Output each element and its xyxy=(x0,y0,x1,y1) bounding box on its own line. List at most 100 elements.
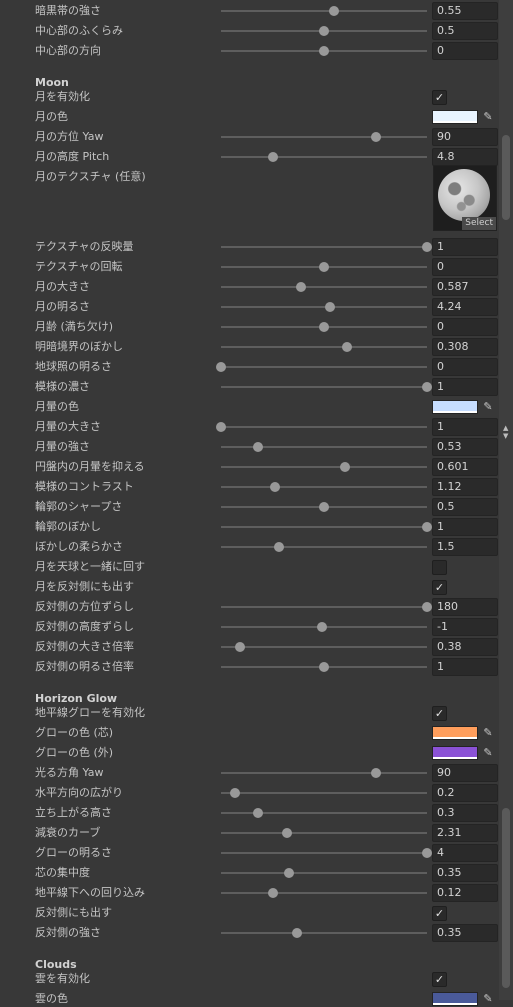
slider-track[interactable] xyxy=(221,246,427,248)
slider-handle[interactable] xyxy=(319,322,329,332)
slider-track[interactable] xyxy=(221,346,427,348)
slider-track[interactable] xyxy=(221,366,427,368)
slider-track[interactable] xyxy=(221,932,427,934)
slider-track[interactable] xyxy=(221,486,427,488)
value-field[interactable]: 0.5 xyxy=(432,22,498,40)
value-field[interactable]: 1.5 xyxy=(432,538,498,556)
checkbox[interactable] xyxy=(432,560,447,575)
slider-handle[interactable] xyxy=(422,382,432,392)
slider-track[interactable] xyxy=(221,832,427,834)
eyedropper-icon[interactable]: ✎ xyxy=(480,725,496,741)
slider-handle[interactable] xyxy=(339,462,350,472)
slider-track[interactable] xyxy=(221,646,427,648)
value-field[interactable]: 0.308 xyxy=(432,338,498,356)
scroll-up-icon[interactable]: ▲ xyxy=(503,424,508,432)
slider-track[interactable] xyxy=(221,426,427,428)
value-field[interactable]: 90 xyxy=(432,764,498,782)
value-field[interactable]: 90 xyxy=(432,128,498,146)
value-field[interactable]: 1 xyxy=(432,238,498,256)
slider-handle[interactable] xyxy=(283,868,294,878)
slider-handle[interactable] xyxy=(341,342,352,352)
texture-select-button[interactable]: Select xyxy=(462,217,496,230)
slider-track[interactable] xyxy=(221,872,427,874)
slider-handle[interactable] xyxy=(230,788,241,798)
slider-handle[interactable] xyxy=(281,828,292,838)
slider-handle[interactable] xyxy=(216,362,226,372)
checkbox[interactable]: ✓ xyxy=(432,972,447,987)
value-field[interactable]: 0 xyxy=(432,42,498,60)
value-field[interactable]: 1 xyxy=(432,378,498,396)
scrollbar-thumb[interactable] xyxy=(502,135,510,220)
value-field[interactable]: 1 xyxy=(432,418,498,436)
slider-handle[interactable] xyxy=(329,6,340,16)
slider-track[interactable] xyxy=(221,156,427,158)
slider-track[interactable] xyxy=(221,892,427,894)
slider-handle[interactable] xyxy=(316,622,327,632)
value-field[interactable]: 4.24 xyxy=(432,298,498,316)
slider-track[interactable] xyxy=(221,286,427,288)
value-field[interactable]: 4 xyxy=(432,844,498,862)
value-field[interactable]: 0 xyxy=(432,258,498,276)
slider-handle[interactable] xyxy=(370,132,381,142)
slider-handle[interactable] xyxy=(253,808,264,818)
slider-handle[interactable] xyxy=(292,928,303,938)
slider-track[interactable] xyxy=(221,306,427,308)
slider-handle[interactable] xyxy=(422,522,432,532)
value-field[interactable]: 1 xyxy=(432,658,498,676)
eyedropper-icon[interactable]: ✎ xyxy=(480,109,496,125)
slider-track[interactable] xyxy=(221,466,427,468)
value-field[interactable]: 0.35 xyxy=(432,864,498,882)
color-swatch[interactable] xyxy=(432,110,478,124)
slider-handle[interactable] xyxy=(422,848,432,858)
slider-handle[interactable] xyxy=(319,662,329,672)
scrollbar-thumb-lower[interactable] xyxy=(502,808,510,988)
value-field[interactable]: 0.2 xyxy=(432,784,498,802)
value-field[interactable]: 0.38 xyxy=(432,638,498,656)
value-field[interactable]: 0.35 xyxy=(432,924,498,942)
color-swatch[interactable] xyxy=(432,726,478,740)
checkbox[interactable]: ✓ xyxy=(432,90,447,105)
color-swatch[interactable] xyxy=(432,400,478,414)
slider-handle[interactable] xyxy=(216,422,226,432)
slider-track[interactable] xyxy=(221,546,427,548)
value-field[interactable]: 0.53 xyxy=(432,438,498,456)
eyedropper-icon[interactable]: ✎ xyxy=(480,745,496,761)
checkbox[interactable]: ✓ xyxy=(432,706,447,721)
slider-handle[interactable] xyxy=(422,602,432,612)
slider-handle[interactable] xyxy=(269,482,280,492)
slider-track[interactable] xyxy=(221,136,427,138)
slider-handle[interactable] xyxy=(319,502,329,512)
slider-track[interactable] xyxy=(221,526,427,528)
slider-handle[interactable] xyxy=(319,262,329,272)
value-field[interactable]: 0.12 xyxy=(432,884,498,902)
value-field[interactable]: 0.587 xyxy=(432,278,498,296)
color-swatch[interactable] xyxy=(432,992,478,1006)
slider-handle[interactable] xyxy=(325,302,336,312)
slider-track[interactable] xyxy=(221,10,427,12)
slider-track[interactable] xyxy=(221,772,427,774)
slider-handle[interactable] xyxy=(267,888,278,898)
slider-handle[interactable] xyxy=(234,642,245,652)
value-field[interactable]: -1 xyxy=(432,618,498,636)
checkbox[interactable]: ✓ xyxy=(432,580,447,595)
slider-track[interactable] xyxy=(221,446,427,448)
slider-track[interactable] xyxy=(221,792,427,794)
slider-handle[interactable] xyxy=(422,242,432,252)
color-swatch[interactable] xyxy=(432,746,478,760)
value-field[interactable]: 2.31 xyxy=(432,824,498,842)
value-field[interactable]: 180 xyxy=(432,598,498,616)
value-field[interactable]: 0.3 xyxy=(432,804,498,822)
value-field[interactable]: 1 xyxy=(432,518,498,536)
slider-handle[interactable] xyxy=(273,542,284,552)
value-field[interactable]: 0.5 xyxy=(432,498,498,516)
slider-track[interactable] xyxy=(221,386,427,388)
scroll-down-icon[interactable]: ▼ xyxy=(503,432,508,440)
slider-handle[interactable] xyxy=(319,46,329,56)
eyedropper-icon[interactable]: ✎ xyxy=(480,991,496,1007)
slider-track[interactable] xyxy=(221,852,427,854)
value-field[interactable]: 4.8 xyxy=(432,148,498,166)
slider-track[interactable] xyxy=(221,606,427,608)
value-field[interactable]: 0.55 xyxy=(432,2,498,20)
value-field[interactable]: 0 xyxy=(432,358,498,376)
slider-handle[interactable] xyxy=(267,152,278,162)
